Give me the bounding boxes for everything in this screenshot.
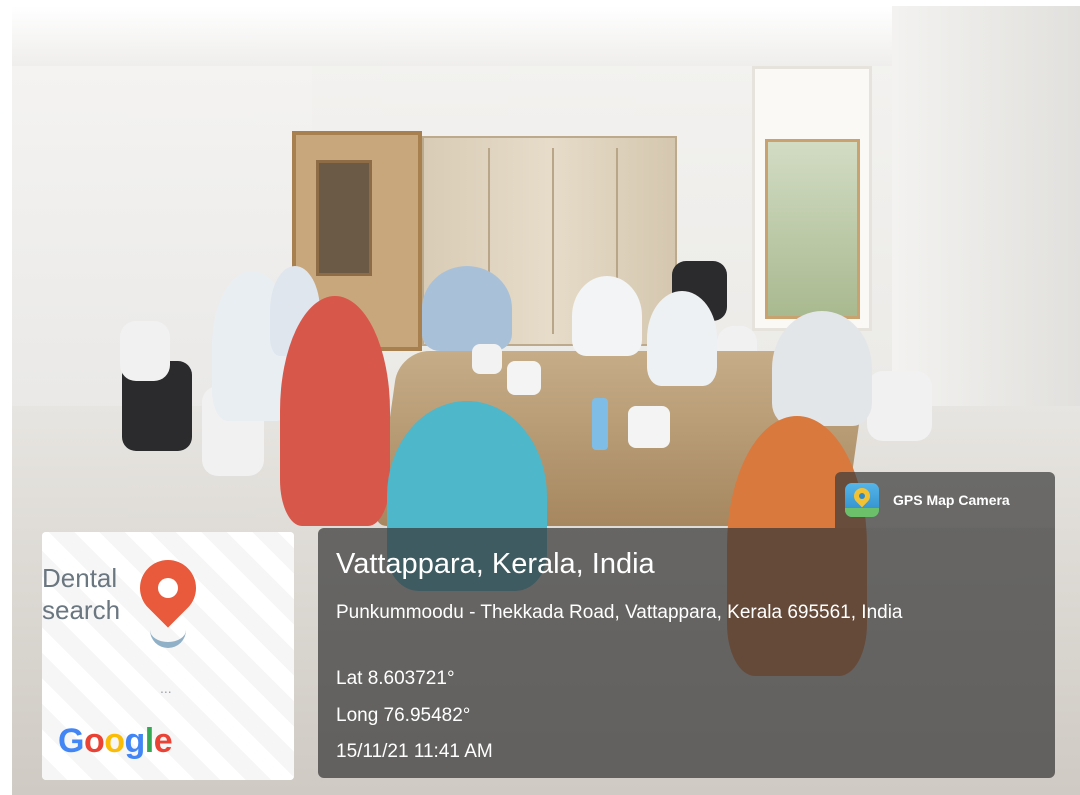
- plant-pot: [507, 361, 541, 395]
- person-blue-shirt: [422, 266, 512, 351]
- map-place-label-line1: Dental: [42, 563, 118, 593]
- window: [752, 66, 872, 331]
- chair-back: [120, 321, 170, 381]
- google-logo-letter: G: [58, 722, 84, 760]
- map-place-label-line2: search: [42, 595, 121, 625]
- plant-pot: [472, 344, 502, 374]
- google-logo-letter: g: [124, 722, 146, 760]
- longitude-text: Long 76.95482°: [336, 705, 471, 726]
- map-ellipsis: ...: [160, 680, 172, 696]
- gps-map-camera-icon: [845, 483, 879, 517]
- google-logo: Google: [58, 722, 173, 761]
- person-lab-coat: [572, 276, 642, 356]
- google-logo-letter: o: [83, 722, 105, 760]
- location-title: Vattappara, Kerala, India: [336, 548, 655, 580]
- google-logo-letter: l: [144, 722, 154, 760]
- person-lab-coat: [647, 291, 717, 386]
- latitude-text: Lat 8.603721°: [336, 668, 455, 689]
- google-logo-letter: e: [153, 722, 173, 760]
- map-thumbnail: Dental search ... Google: [42, 532, 294, 780]
- person-red-shawl: [280, 296, 390, 526]
- door-glass-panel: [316, 160, 372, 276]
- map-pin-dot: [158, 578, 178, 598]
- gps-badge-label: GPS Map Camera: [893, 492, 1010, 508]
- google-logo-letter: o: [104, 722, 125, 760]
- location-info-panel: Vattappara, Kerala, India Punkummoodu - …: [318, 528, 1055, 778]
- plant-pot: [628, 406, 670, 448]
- window-grill: [765, 139, 860, 319]
- person-white-shirt: [772, 311, 872, 426]
- sanitizer-bottle: [592, 398, 608, 450]
- gps-map-camera-badge: GPS Map Camera: [835, 472, 1055, 528]
- chair-back: [867, 371, 932, 441]
- cupboard-seam: [552, 148, 554, 334]
- map-place-label: Dental search: [42, 562, 120, 626]
- location-address: Punkummoodu - Thekkada Road, Vattappara,…: [336, 602, 903, 623]
- timestamp-text: 15/11/21 11:41 AM: [336, 741, 493, 762]
